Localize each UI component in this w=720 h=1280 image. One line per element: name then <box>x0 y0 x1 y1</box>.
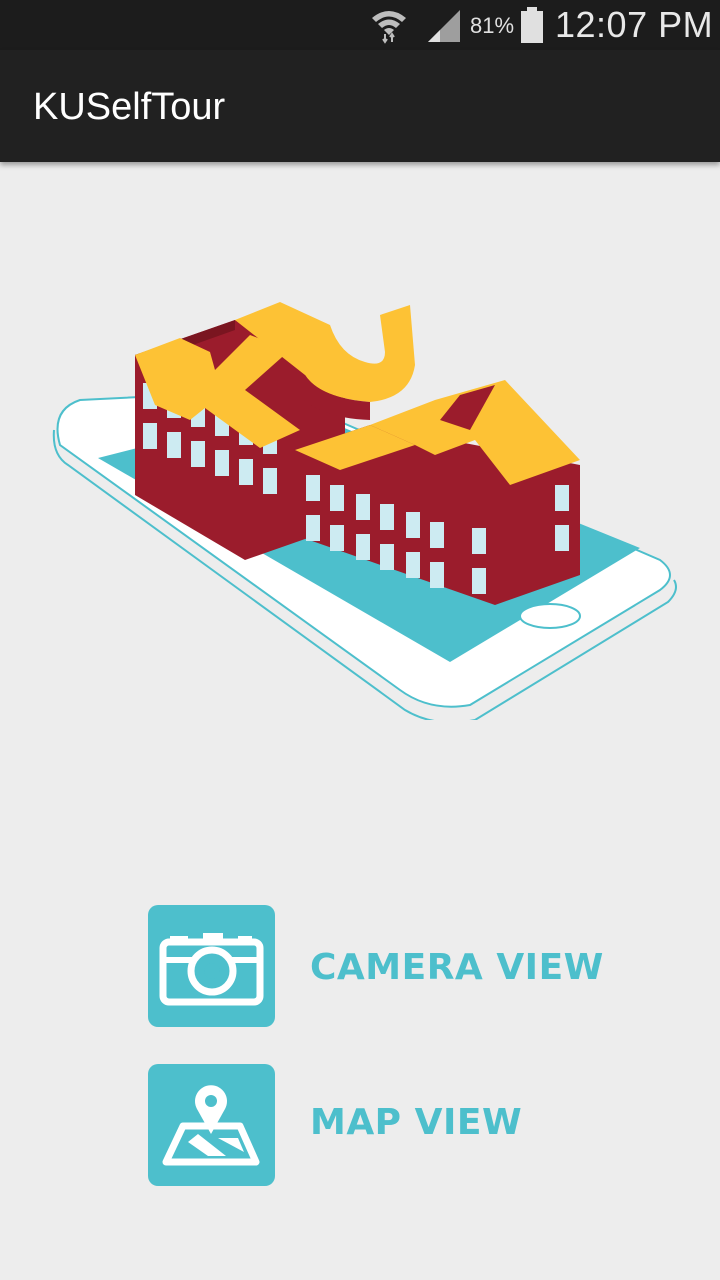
cell-signal-icon <box>426 10 460 47</box>
map-view-label[interactable]: MAP VIEW <box>310 1102 522 1143</box>
map-view-button[interactable]: MAP VIEW <box>148 1064 628 1186</box>
battery-icon <box>520 7 544 48</box>
app-title: KUSelfTour <box>33 86 226 128</box>
status-bar: 81% 12:07 PM <box>0 0 720 50</box>
battery-percent: 81% <box>470 13 515 38</box>
camera-icon[interactable] <box>148 905 275 1027</box>
camera-view-label[interactable]: CAMERA VIEW <box>310 947 604 988</box>
camera-view-button[interactable]: CAMERA VIEW <box>148 905 628 1027</box>
wifi-icon <box>370 8 408 49</box>
map-pin-icon[interactable] <box>148 1064 275 1186</box>
app-logo <box>40 280 690 724</box>
app-bar: KUSelfTour <box>0 50 720 162</box>
status-clock: 12:07 PM <box>555 4 714 45</box>
